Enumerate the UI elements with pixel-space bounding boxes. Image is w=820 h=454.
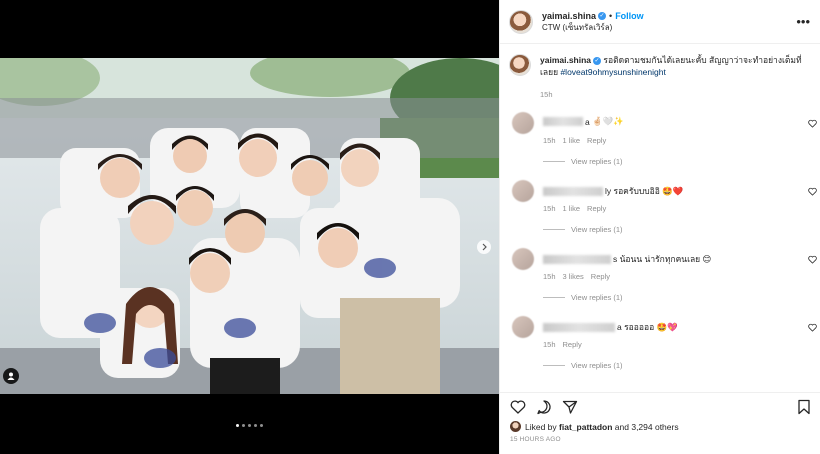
- comment-text: รอครับบบอิอิ 🤩❤️: [613, 186, 684, 196]
- liker-username[interactable]: fiat_pattadon: [559, 422, 612, 432]
- comment-line: a 🤞🏻🤍✨: [543, 116, 624, 127]
- comment-avatar[interactable]: [512, 112, 534, 134]
- comment-username-blurred[interactable]: [543, 322, 615, 332]
- comment-meta: 15h 1 like Reply: [543, 136, 613, 145]
- comment-item: a รอออออ 🤩💖 15h Reply View replies (1): [500, 312, 820, 380]
- comment-item: ly รอครับบบอิอิ 🤩❤️ 15h 1 like Reply View …: [500, 176, 820, 244]
- post-media: [0, 0, 499, 454]
- view-replies-label: View replies (1): [571, 361, 623, 370]
- comment-line: ly รอครับบบอิอิ 🤩❤️: [543, 184, 683, 198]
- comment-meta: 15h 1 like Reply: [543, 204, 613, 213]
- view-replies-button[interactable]: View replies (1): [543, 157, 623, 166]
- comment-likes[interactable]: 1 like: [563, 136, 581, 145]
- caption-hashtag[interactable]: #loveat9ohmysunshinenight: [560, 67, 665, 77]
- comments-list: a 🤞🏻🤍✨ 15h 1 like Reply View replies (1) l…: [500, 108, 820, 380]
- comment-username-blurred[interactable]: [543, 186, 603, 196]
- author-avatar[interactable]: [509, 9, 533, 34]
- comment-reply-button[interactable]: Reply: [591, 272, 610, 281]
- verified-badge-icon: ✓: [593, 56, 602, 65]
- author-username[interactable]: yaimai.shina: [542, 11, 596, 21]
- comment-text: 🤞🏻🤍✨: [592, 116, 624, 126]
- comment-text: น้อนน น่ารักทุกคนเลย 😊: [619, 254, 712, 264]
- comment-avatar[interactable]: [512, 316, 534, 338]
- comment-like-icon[interactable]: [808, 323, 817, 332]
- like-heart-icon[interactable]: [510, 399, 526, 415]
- comment-username-suffix: ly: [605, 186, 612, 196]
- likes-summary: Liked by fiat_pattadon and 3,294 others: [500, 415, 820, 432]
- comment-time[interactable]: 15h: [543, 136, 556, 145]
- likes-prefix: Liked by: [525, 421, 557, 432]
- tagged-users-button[interactable]: [3, 368, 19, 384]
- post-sidebar: yaimai.shina ✓ • Follow CTW (เซ็นทรัลเวิร์ล…: [499, 0, 820, 454]
- person-tag-icon: [7, 372, 15, 380]
- instagram-post-view: yaimai.shina ✓ • Follow CTW (เซ็นทรัลเวิร์ล…: [0, 0, 820, 454]
- comment-likes[interactable]: 1 like: [563, 204, 581, 213]
- replies-divider: [543, 297, 565, 298]
- replies-divider: [543, 161, 565, 162]
- carousel-dot: [236, 424, 239, 427]
- next-photo-button[interactable]: [477, 240, 491, 254]
- more-options-icon[interactable]: •••: [796, 14, 810, 29]
- post-photo[interactable]: [0, 58, 499, 394]
- liker-avatar[interactable]: [510, 421, 521, 432]
- carousel-dot: [242, 424, 245, 427]
- replies-divider: [543, 229, 565, 230]
- view-replies-label: View replies (1): [571, 293, 623, 302]
- author-info: yaimai.shina ✓ • Follow CTW (เซ็นทรัลเวิร์ล…: [542, 10, 796, 34]
- post-timestamp[interactable]: 15 HOURS AGO: [500, 432, 820, 443]
- comment-line: s น้อนน น่ารักทุกคนเลย 😊: [543, 252, 711, 266]
- share-send-icon[interactable]: [562, 399, 578, 415]
- comment-username-suffix: a: [585, 116, 590, 127]
- action-bar: [500, 393, 820, 415]
- carousel-dot: [260, 424, 263, 427]
- comment-username-suffix: s: [613, 254, 618, 264]
- post-caption: yaimai.shina ✓ รอติดตามชมกันได้เลยนะคั้บ …: [500, 44, 820, 101]
- comment-avatar[interactable]: [512, 180, 534, 202]
- comment-like-icon[interactable]: [808, 255, 817, 264]
- view-replies-label: View replies (1): [571, 157, 623, 166]
- comment-item: s น้อนน น่ารักทุกคนเลย 😊 15h 3 likes Reply…: [500, 244, 820, 312]
- caption-body: yaimai.shina ✓ รอติดตามชมกันได้เลยนะคั้บ …: [540, 54, 810, 101]
- follow-button[interactable]: Follow: [615, 11, 644, 21]
- verified-badge-icon: ✓: [598, 12, 607, 21]
- comment-like-icon[interactable]: [808, 187, 817, 196]
- view-replies-label: View replies (1): [571, 225, 623, 234]
- post-header: yaimai.shina ✓ • Follow CTW (เซ็นทรัลเวิร์ล…: [500, 0, 820, 44]
- comment-item: a 🤞🏻🤍✨ 15h 1 like Reply View replies (1): [500, 108, 820, 176]
- group-photo-illustration: [0, 58, 499, 394]
- comment-username-suffix: a: [617, 322, 622, 332]
- view-replies-button[interactable]: View replies (1): [543, 361, 623, 370]
- carousel-dot: [248, 424, 251, 427]
- likes-others[interactable]: and 3,294 others: [615, 422, 679, 432]
- comment-time[interactable]: 15h: [543, 272, 556, 281]
- comment-reply-button[interactable]: Reply: [587, 204, 606, 213]
- separator: •: [609, 10, 613, 21]
- comment-time[interactable]: 15h: [543, 340, 556, 349]
- comment-bubble-icon[interactable]: [536, 399, 552, 415]
- carousel-indicator: [0, 424, 499, 427]
- post-actions: Liked by fiat_pattadon and 3,294 others …: [500, 392, 820, 454]
- carousel-dot: [254, 424, 257, 427]
- comment-reply-button[interactable]: Reply: [587, 136, 606, 145]
- comment-username-blurred[interactable]: [543, 254, 611, 264]
- comment-time[interactable]: 15h: [543, 204, 556, 213]
- view-replies-button[interactable]: View replies (1): [543, 293, 623, 302]
- caption-username[interactable]: yaimai.shina: [540, 55, 591, 65]
- save-bookmark-icon[interactable]: [797, 399, 811, 415]
- comment-reply-button[interactable]: Reply: [563, 340, 582, 349]
- comment-avatar[interactable]: [512, 248, 534, 270]
- comment-username-blurred[interactable]: [543, 117, 583, 126]
- post-location[interactable]: CTW (เซ็นทรัลเวิร์ล): [542, 22, 796, 34]
- comment-likes[interactable]: 3 likes: [563, 272, 584, 281]
- caption-author-avatar[interactable]: [509, 54, 531, 76]
- comment-like-icon[interactable]: [808, 119, 817, 128]
- comment-line: a รอออออ 🤩💖: [543, 320, 678, 334]
- chevron-right-icon: [482, 243, 487, 251]
- comment-meta: 15h 3 likes Reply: [543, 272, 617, 281]
- comment-text: รอออออ 🤩💖: [624, 322, 678, 332]
- replies-divider: [543, 365, 565, 366]
- comment-meta: 15h Reply: [543, 340, 589, 349]
- view-replies-button[interactable]: View replies (1): [543, 225, 623, 234]
- caption-time[interactable]: 15h: [540, 89, 810, 101]
